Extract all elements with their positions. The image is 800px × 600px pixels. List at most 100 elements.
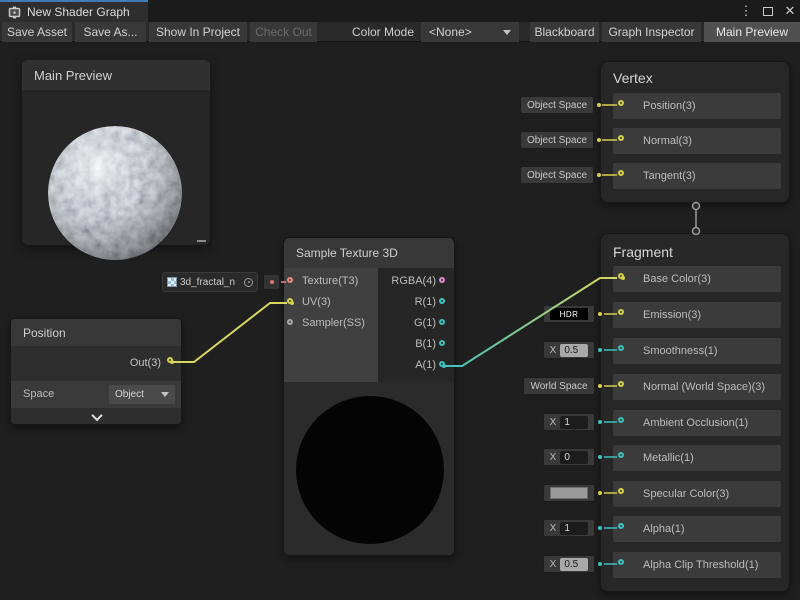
connector-dot: [598, 384, 602, 388]
fragment-node[interactable]: Fragment Base Color(3) Emission(3) Smoot…: [600, 233, 790, 592]
output-g-label: G(1): [344, 317, 436, 329]
alpha-clip-port[interactable]: [618, 559, 624, 565]
main-preview-header[interactable]: Main Preview: [22, 60, 210, 90]
check-out-button: Check Out: [250, 22, 317, 42]
chevron-down-icon: [503, 30, 511, 35]
normal-world-port[interactable]: [618, 381, 624, 387]
metallic-float-chip[interactable]: X 0: [543, 448, 595, 466]
connector-dot: [597, 173, 601, 177]
smoothness-float-chip[interactable]: X 0.5: [543, 341, 595, 359]
alpha-port[interactable]: [618, 523, 624, 529]
position-space-row: Space Object: [11, 381, 182, 408]
alpha-float-chip[interactable]: X 1: [543, 519, 595, 537]
alpha-clip-value-field[interactable]: 0.5: [560, 558, 588, 571]
fragment-row-metallic[interactable]: Metallic(1): [613, 445, 781, 471]
alpha-value-field[interactable]: 1: [560, 522, 588, 535]
shader-graph-icon: [8, 6, 21, 19]
ambient-occlusion-value-field[interactable]: 1: [560, 416, 588, 429]
vertex-row-position[interactable]: Position(3): [613, 93, 781, 119]
emission-hdr-chip[interactable]: HDR: [543, 305, 595, 323]
vertex-tangent-port[interactable]: [618, 170, 624, 176]
texture-thumbnail-icon: [167, 277, 177, 287]
save-asset-button[interactable]: Save Asset: [2, 22, 72, 42]
texture-input-port[interactable]: [287, 277, 293, 283]
connector-dot: [598, 455, 602, 459]
specular-color-port[interactable]: [618, 488, 624, 494]
sampler-input-port[interactable]: [287, 319, 293, 325]
input-uv-label: UV(3): [302, 296, 331, 308]
graph-inspector-button[interactable]: Graph Inspector: [602, 22, 701, 42]
emission-port[interactable]: [618, 309, 624, 315]
preview-sphere: [48, 126, 182, 260]
connector-dot: [597, 103, 601, 107]
vertex-row-normal[interactable]: Normal(3): [613, 128, 781, 154]
sample-texture-3d-node[interactable]: Sample Texture 3D Texture(T3) UV(3) Samp…: [283, 237, 455, 556]
fragment-row-emission[interactable]: Emission(3): [613, 302, 781, 328]
position-out-row[interactable]: Out(3): [11, 346, 182, 381]
position-out-port[interactable]: [167, 357, 173, 363]
fragment-row-ambient-occlusion[interactable]: Ambient Occlusion(1): [613, 410, 781, 436]
b-output-port[interactable]: [439, 340, 445, 346]
collapse-button[interactable]: [11, 408, 182, 425]
resize-handle[interactable]: [197, 240, 206, 242]
color-mode-value: <None>: [429, 25, 472, 39]
metallic-port[interactable]: [618, 452, 624, 458]
chevron-down-icon: [161, 392, 169, 397]
sample-texture-3d-title: Sample Texture 3D: [284, 238, 455, 268]
connector-dot: [598, 348, 602, 352]
tangent-space-chip[interactable]: Object Space: [520, 166, 594, 184]
save-as-button[interactable]: Save As...: [75, 22, 146, 42]
space-label: Space: [23, 381, 54, 408]
output-b-label: B(1): [344, 338, 436, 350]
main-preview-button[interactable]: Main Preview: [704, 22, 800, 42]
main-preview-window[interactable]: Main Preview: [22, 60, 210, 245]
hdr-color-swatch[interactable]: HDR: [550, 308, 588, 320]
position-space-chip[interactable]: Object Space: [520, 96, 594, 114]
tab-new-shader-graph[interactable]: New Shader Graph: [0, 0, 148, 22]
normal-space-chip[interactable]: World Space: [523, 377, 595, 395]
close-icon[interactable]: ✕: [782, 2, 798, 20]
vertex-row-tangent[interactable]: Tangent(3): [613, 163, 781, 189]
fragment-row-normal-world[interactable]: Normal (World Space)(3): [613, 374, 781, 400]
smoothness-port[interactable]: [618, 345, 624, 351]
fragment-row-specular-color[interactable]: Specular Color(3): [613, 481, 781, 507]
show-in-project-button[interactable]: Show In Project: [149, 22, 247, 42]
connector-dot: [598, 562, 602, 566]
fragment-row-base-color[interactable]: Base Color(3): [613, 266, 781, 292]
ambient-occlusion-port[interactable]: [618, 417, 624, 423]
space-dropdown[interactable]: Object: [109, 385, 175, 404]
connector-dot: [598, 312, 602, 316]
fragment-row-alpha[interactable]: Alpha(1): [613, 516, 781, 542]
object-picker-icon[interactable]: [244, 278, 253, 287]
smoothness-value-field[interactable]: 0.5: [560, 344, 588, 357]
chevron-down-icon: [91, 410, 102, 421]
vertex-position-port[interactable]: [618, 100, 624, 106]
r-output-port[interactable]: [439, 298, 445, 304]
connector-dot: [597, 138, 601, 142]
blackboard-button[interactable]: Blackboard: [530, 22, 599, 42]
alpha-clip-float-chip[interactable]: X 0.5: [543, 555, 595, 573]
node-preview-sphere: [296, 396, 444, 544]
fragment-row-alpha-clip[interactable]: Alpha Clip Threshold(1): [613, 552, 781, 578]
metallic-value-field[interactable]: 0: [560, 451, 588, 464]
specular-color-chip[interactable]: [543, 484, 595, 502]
maximize-icon[interactable]: [760, 2, 776, 20]
color-mode-dropdown[interactable]: <None>: [421, 22, 519, 42]
a-output-port[interactable]: [439, 361, 445, 367]
rgba-output-port[interactable]: [439, 277, 445, 283]
base-color-port[interactable]: [618, 273, 624, 279]
fragment-row-smoothness[interactable]: Smoothness(1): [613, 338, 781, 364]
texture-asset-field[interactable]: 3d_fractal_n: [162, 272, 258, 292]
position-node[interactable]: Position Out(3) Space Object: [10, 318, 182, 425]
specular-color-swatch[interactable]: [550, 487, 588, 499]
vertex-normal-port[interactable]: [618, 135, 624, 141]
ambient-occlusion-float-chip[interactable]: X 1: [543, 413, 595, 431]
kebab-menu-icon[interactable]: ⋮: [738, 2, 754, 20]
g-output-port[interactable]: [439, 319, 445, 325]
normal-space-chip[interactable]: Object Space: [520, 131, 594, 149]
position-out-label: Out(3): [130, 346, 161, 381]
node-preview-area: [284, 382, 455, 556]
vertex-node[interactable]: Vertex Position(3) Normal(3) Tangent(3): [600, 61, 790, 203]
connector-dot: [598, 526, 602, 530]
uv-input-port[interactable]: [287, 298, 293, 304]
